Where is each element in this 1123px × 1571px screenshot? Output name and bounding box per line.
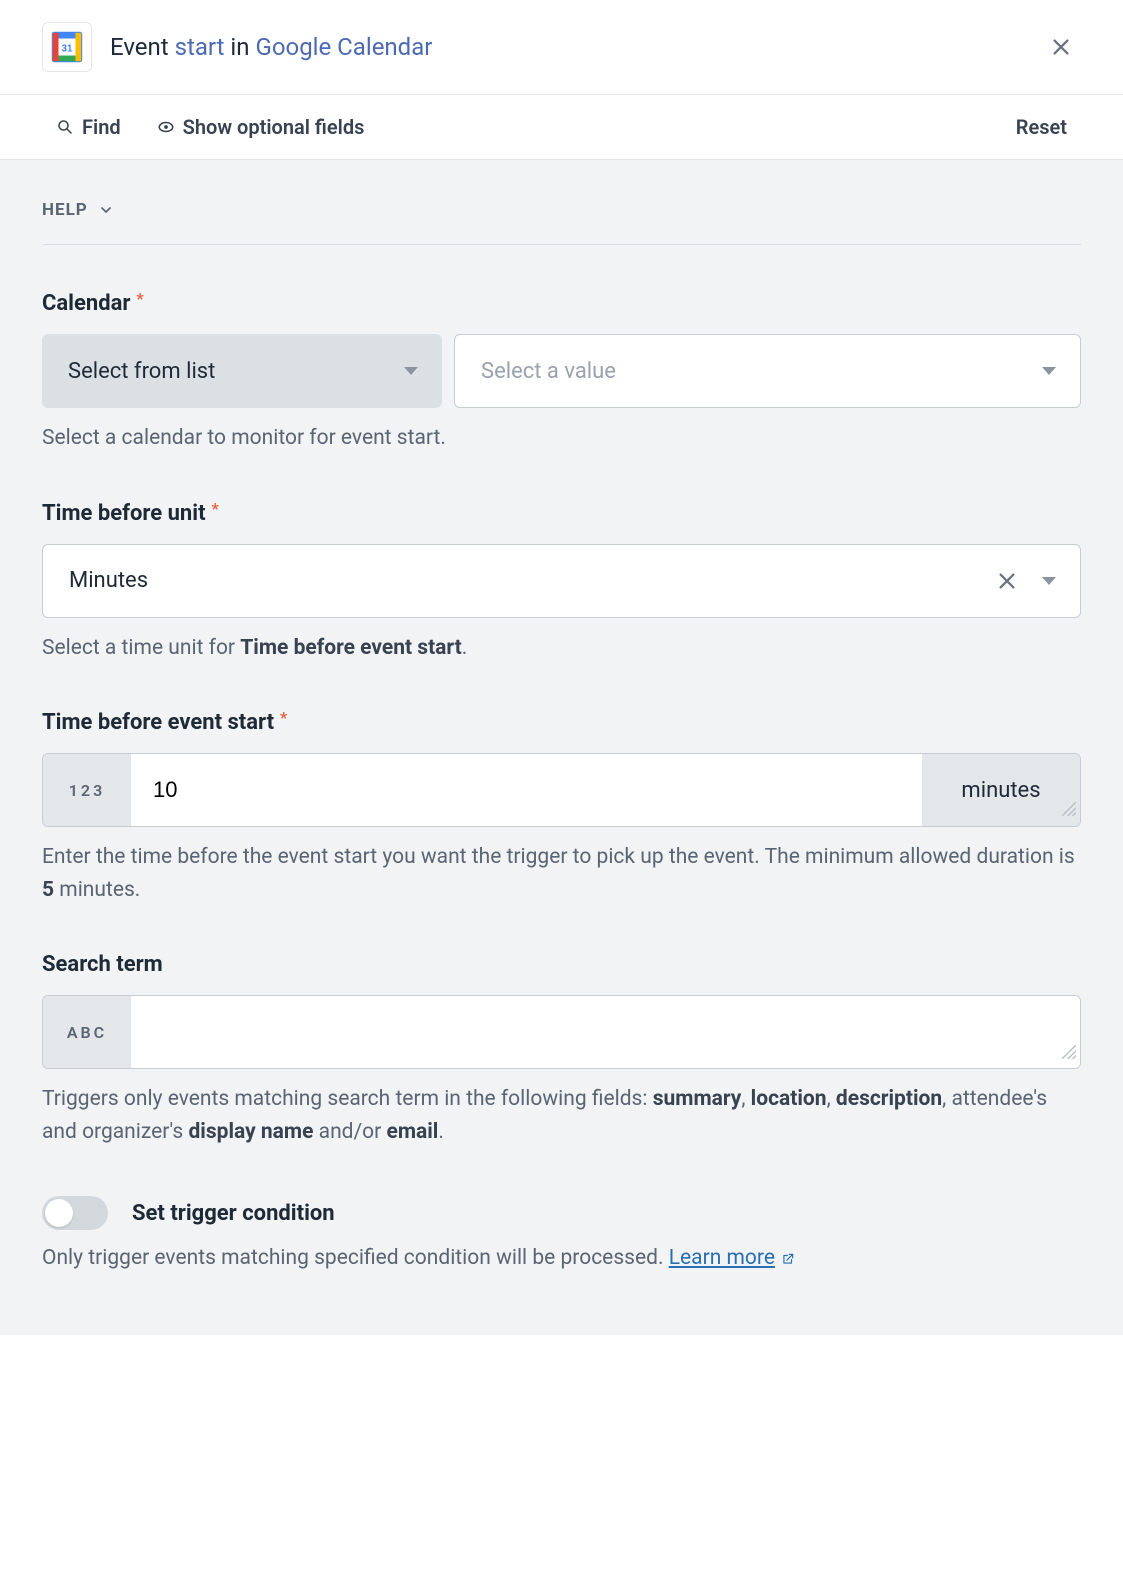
help-section-toggle[interactable]: HELP (42, 200, 1081, 245)
text-type-badge: ABC (43, 996, 131, 1068)
search-icon (56, 118, 74, 136)
svg-text:31: 31 (61, 43, 73, 54)
learn-more-link[interactable]: Learn more (669, 1242, 795, 1275)
calendar-label: Calendar* (42, 291, 1081, 316)
search-term-input-group: ABC (42, 995, 1081, 1069)
field-calendar: Calendar* Select from list Select a valu… (42, 291, 1081, 455)
reset-button[interactable]: Reset (1016, 115, 1067, 139)
caret-down-icon (404, 367, 418, 375)
time-unit-select[interactable]: Minutes (42, 544, 1081, 618)
chevron-down-icon (98, 202, 114, 218)
field-search-term: Search term ABC Triggers only events mat… (42, 952, 1081, 1148)
numeric-type-badge: 123 (43, 754, 131, 826)
calendar-helper: Select a calendar to monitor for event s… (42, 422, 1081, 455)
field-trigger-condition: Set trigger condition (42, 1196, 1081, 1230)
title-link-start[interactable]: start (175, 33, 225, 61)
trigger-condition-label: Set trigger condition (132, 1201, 335, 1226)
search-term-label: Search term (42, 952, 1081, 977)
time-unit-label: Time before unit* (42, 501, 1081, 526)
caret-down-icon (1042, 577, 1056, 585)
google-calendar-icon: 31 (42, 22, 92, 72)
eye-icon (157, 118, 175, 136)
search-term-input[interactable] (131, 996, 1080, 1068)
external-link-icon (781, 1252, 795, 1266)
title-link-app[interactable]: Google Calendar (255, 33, 432, 61)
resize-handle-icon[interactable] (1062, 1040, 1076, 1064)
time-before-input[interactable] (131, 754, 922, 826)
toggle-knob (45, 1199, 73, 1227)
time-unit-helper: Select a time unit for Time before event… (42, 632, 1081, 665)
field-time-unit: Time before unit* Minutes Select a time … (42, 501, 1081, 665)
field-time-before: Time before event start* 123 minutes Ent… (42, 710, 1081, 906)
dialog-title: Event start in Google Calendar (110, 33, 1023, 61)
resize-handle-icon[interactable] (1062, 797, 1076, 822)
form-body: HELP Calendar* Select from list Select a… (0, 160, 1123, 1335)
calendar-value-select[interactable]: Select a value (454, 334, 1081, 408)
search-term-helper: Triggers only events matching search ter… (42, 1083, 1081, 1148)
close-button[interactable] (1041, 27, 1081, 67)
clear-icon[interactable] (996, 570, 1018, 592)
caret-down-icon (1042, 367, 1056, 375)
calendar-source-select[interactable]: Select from list (42, 334, 442, 408)
find-button[interactable]: Find (56, 115, 121, 139)
time-before-unit-suffix: minutes (922, 754, 1080, 826)
toolbar: Find Show optional fields Reset (0, 95, 1123, 160)
time-before-label: Time before event start* (42, 710, 1081, 735)
time-before-helper: Enter the time before the event start yo… (42, 841, 1081, 906)
trigger-condition-toggle[interactable] (42, 1196, 108, 1230)
close-icon (1050, 36, 1072, 58)
dialog-header: 31 Event start in Google Calendar (0, 0, 1123, 95)
time-before-input-group: 123 minutes (42, 753, 1081, 827)
show-optional-fields-button[interactable]: Show optional fields (157, 115, 365, 139)
trigger-condition-helper: Only trigger events matching specified c… (42, 1242, 1081, 1275)
